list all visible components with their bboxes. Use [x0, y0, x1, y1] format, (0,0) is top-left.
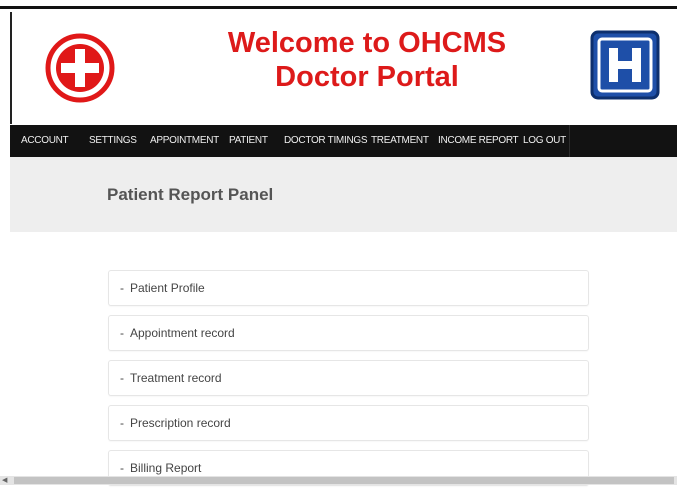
- scroll-left-icon[interactable]: ◀: [2, 476, 7, 485]
- nav-income-report[interactable]: INCOME REPORT: [438, 125, 519, 157]
- nav-account[interactable]: ACCOUNT: [21, 125, 69, 157]
- panel-title: Patient Report Panel: [107, 185, 274, 204]
- list-item-treatment-record[interactable]: - Treatment record: [108, 360, 589, 396]
- site-header: Welcome to OHCMS Doctor Portal: [10, 12, 677, 124]
- top-edge: [0, 0, 677, 10]
- bullet-dash: -: [120, 326, 124, 340]
- nav-log-out[interactable]: LOG OUT: [523, 125, 566, 157]
- nav-treatment[interactable]: TREATMENT: [371, 125, 429, 157]
- nav-doctor-timings[interactable]: DOCTOR TIMINGS: [284, 125, 368, 157]
- hospital-h-icon: [590, 30, 660, 100]
- horizontal-scrollbar[interactable]: ◀: [0, 476, 677, 485]
- bullet-dash: -: [120, 416, 124, 430]
- title-line-1: Welcome to OHCMS: [227, 27, 507, 59]
- nav-divider: [569, 125, 570, 157]
- report-list: - Patient Profile - Appointment record - Tr…: [108, 270, 589, 495]
- item-label: Treatment record: [130, 371, 222, 385]
- item-label: Prescription record: [130, 416, 231, 430]
- item-label: Patient Profile: [130, 281, 205, 295]
- list-item-appointment-record[interactable]: - Appointment record: [108, 315, 589, 351]
- bullet-dash: -: [120, 281, 124, 295]
- main-nav: ACCOUNT SETTINGS APPOINTMENT PATIENT DOC…: [10, 125, 677, 157]
- title-line-2: Doctor Portal: [275, 61, 459, 93]
- item-label: Billing Report: [130, 461, 202, 475]
- item-label: Appointment record: [130, 326, 235, 340]
- nav-settings[interactable]: SETTINGS: [89, 125, 137, 157]
- top-border: [0, 6, 677, 9]
- bullet-dash: -: [120, 371, 124, 385]
- scrollbar-thumb[interactable]: [14, 477, 674, 484]
- page-title: Welcome to OHCMS Doctor Portal: [192, 26, 542, 94]
- panel-header: Patient Report Panel: [10, 157, 677, 232]
- list-item-prescription-record[interactable]: - Prescription record: [108, 405, 589, 441]
- nav-patient[interactable]: PATIENT: [229, 125, 268, 157]
- red-cross-icon: [45, 33, 115, 103]
- list-item-patient-profile[interactable]: - Patient Profile: [108, 270, 589, 306]
- nav-appointment[interactable]: APPOINTMENT: [150, 125, 219, 157]
